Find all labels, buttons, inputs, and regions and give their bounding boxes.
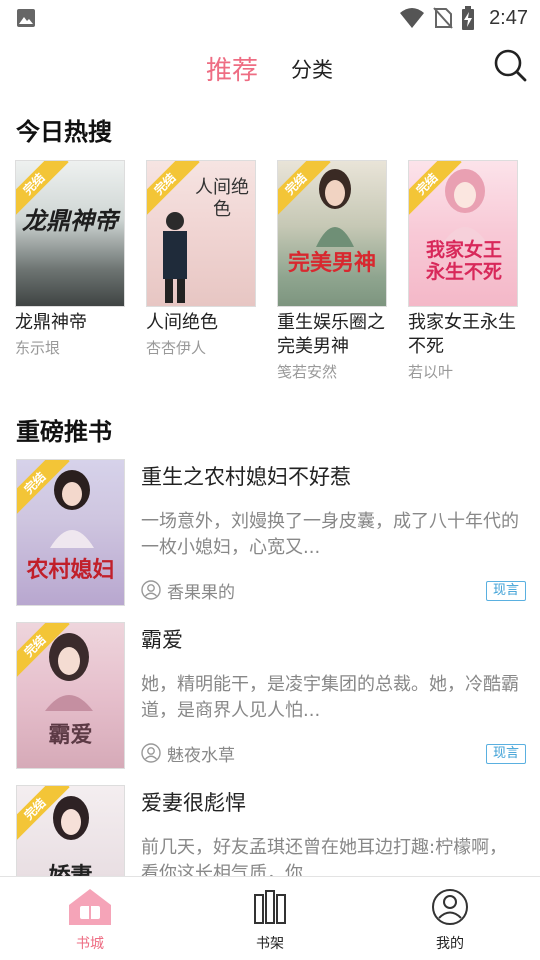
cover-title: 龙鼎神帝 <box>22 207 118 235</box>
top-header: 推荐 分类 <box>0 36 540 98</box>
cover-title: 娇妻 <box>17 858 124 876</box>
book-name: 重生娱乐圈之完美男神 <box>277 312 385 357</box>
recommend-book-item[interactable]: 完结 农村媳妇 重生之农村媳妇不好惹 一场意外，刘嫚换了一身皮囊，成了八十年代的… <box>16 459 526 607</box>
cover-figure <box>163 212 187 303</box>
book-author: 若以叶 <box>408 363 454 381</box>
battery-charging-icon <box>462 6 475 30</box>
bottom-navigation: 书城 书架 我的 <box>0 876 540 960</box>
book-description: 前几天，好友孟琪还曾在她耳边打趣:柠檬啊，看你这长相气质，你... <box>141 837 508 876</box>
hot-book-item[interactable]: 完结 完美男神 重生娱乐圈之完美男神 笺若安然 <box>277 160 389 382</box>
book-author: 香果果的 <box>167 582 235 603</box>
cover-figure <box>316 169 354 247</box>
book-description: 一场意外，刘嫚换了一身皮囊，成了八十年代的一枚小媳妇，心宽又... <box>141 511 519 558</box>
hot-book-item[interactable]: 完结 龙鼎神帝 龙鼎神帝 东示垠 <box>15 160 127 358</box>
hot-search-title: 今日热搜 <box>16 118 112 146</box>
author-icon <box>141 743 161 763</box>
cover-title: 完美男神 <box>287 251 376 276</box>
recommend-book-item[interactable]: 完结 娇妻 爱妻很彪悍 前几天，好友孟琪还曾在她耳边打趣:柠檬啊，看你这长相气质… <box>16 785 526 876</box>
book-cover: 完结 完美男神 <box>277 160 387 307</box>
recommend-title: 重磅推书 <box>16 418 112 446</box>
book-title: 重生之农村媳妇不好惹 <box>141 465 351 489</box>
book-cover: 完结 人间绝色 <box>146 160 256 307</box>
nav-bookstore-label: 书城 <box>76 936 104 952</box>
book-description: 她，精明能干，是凌宇集团的总裁。她，冷酷霸道，是商界人见人怕... <box>141 674 519 721</box>
tab-category[interactable]: 分类 <box>291 54 333 84</box>
genre-tag: 现言 <box>485 744 526 764</box>
recommend-book-item[interactable]: 完结 霸爱 霸爱 她，精明能干，是凌宇集团的总裁。她，冷酷霸道，是商界人见人怕.… <box>16 622 526 770</box>
status-bar: 2:47 <box>0 0 540 36</box>
book-name: 我家女王永生不死 <box>408 312 516 357</box>
hot-book-item[interactable]: 完结 我家女王永生不死 我家女王永生不死 若以叶 <box>408 160 520 382</box>
book-cover: 完结 我家女王永生不死 <box>408 160 518 307</box>
book-author: 笺若安然 <box>277 363 338 381</box>
book-cover: 完结 龙鼎神帝 <box>15 160 125 307</box>
cover-figure <box>443 169 487 243</box>
book-cover: 完结 霸爱 <box>16 622 125 769</box>
bookstore-home-icon <box>69 889 111 925</box>
book-author: 魅夜水草 <box>167 745 235 766</box>
profile-icon <box>432 889 468 925</box>
hot-book-item[interactable]: 完结 人间绝色 人间绝色 杏杏伊人 <box>146 160 258 358</box>
book-cover: 完结 农村媳妇 <box>16 459 125 606</box>
cover-title: 人间绝色 <box>195 177 249 220</box>
cover-title: 霸爱 <box>48 723 93 748</box>
nav-mine[interactable]: 我的 <box>410 887 490 953</box>
nav-bookshelf[interactable]: 书架 <box>230 887 310 953</box>
bookshelf-icon <box>254 890 286 924</box>
image-notification-icon <box>17 9 35 27</box>
cover-figure <box>50 470 94 548</box>
cover-title: 我家女王永生不死 <box>425 239 502 283</box>
book-author: 东示垠 <box>15 339 61 357</box>
search-icon[interactable] <box>493 48 527 82</box>
cover-title: 农村媳妇 <box>26 558 115 583</box>
no-sim-icon <box>433 7 453 29</box>
book-title: 霸爱 <box>141 628 183 652</box>
book-author-row: 魅夜水草 <box>141 742 235 766</box>
cover-figure <box>45 633 93 711</box>
book-cover: 完结 娇妻 <box>16 785 125 876</box>
book-name: 龙鼎神帝 <box>15 312 87 333</box>
nav-bookshelf-label: 书架 <box>256 936 284 952</box>
clock-time: 2:47 <box>489 6 528 29</box>
genre-tag: 现言 <box>485 581 526 601</box>
nav-mine-label: 我的 <box>436 936 464 952</box>
book-author-row: 香果果的 <box>141 579 235 603</box>
book-author: 杏杏伊人 <box>146 339 207 357</box>
book-title: 爱妻很彪悍 <box>141 791 246 815</box>
wifi-icon <box>400 8 425 28</box>
book-name: 人间绝色 <box>146 312 218 333</box>
nav-bookstore[interactable]: 书城 <box>50 887 130 953</box>
author-icon <box>141 580 161 600</box>
tab-recommend[interactable]: 推荐 <box>206 50 258 87</box>
